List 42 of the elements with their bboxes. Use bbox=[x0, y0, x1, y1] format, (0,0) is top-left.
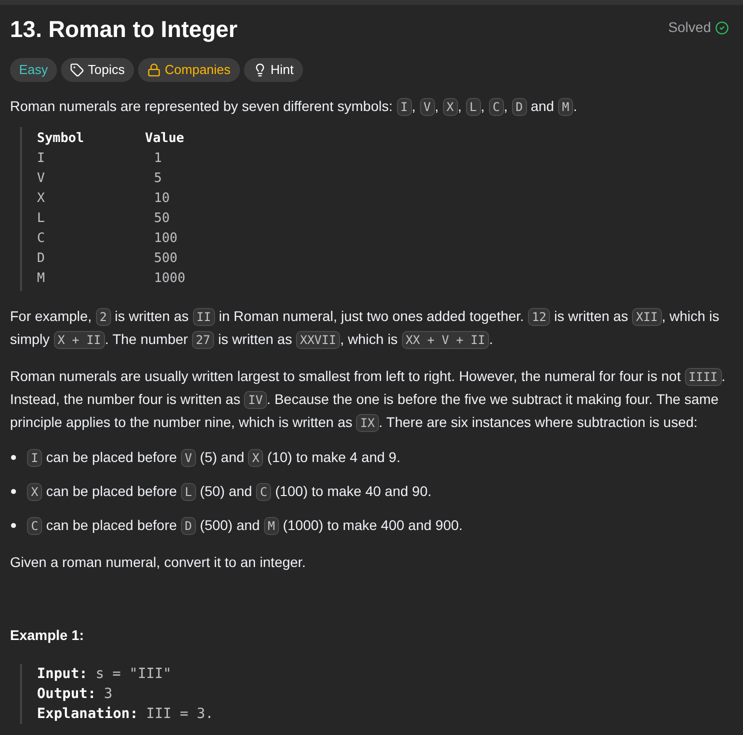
companies-button[interactable]: Companies bbox=[138, 58, 240, 82]
paragraph: Roman numerals are usually written largest to smallest from left to right. However, the numeral for four is not IIII . Instead, the number four is written as IV . Because the one is before the five we subtract it making four. The same principle applies to the number nine, which is written as IX . There are six instances where subtraction is used: bbox=[10, 367, 726, 434]
list-item: I can be placed before V (5) and X (10) to make 4 and 9. bbox=[27, 446, 400, 469]
table-cell-text: I bbox=[37, 150, 46, 168]
bullet-icon bbox=[11, 455, 16, 460]
example-label: Output: bbox=[37, 685, 96, 704]
table-cell-text: D bbox=[37, 250, 46, 268]
example-value: s = "III" bbox=[96, 665, 172, 684]
example-label: Input: bbox=[37, 665, 88, 684]
bullet-icon bbox=[11, 489, 16, 494]
column-header: Symbol bbox=[37, 130, 85, 148]
hint-button[interactable]: Hint bbox=[244, 58, 303, 82]
bullet-icon bbox=[11, 523, 16, 528]
example-value: 3 bbox=[104, 685, 112, 704]
list-item: X can be placed before L (50) and C (100) to make 40 and 90. bbox=[27, 480, 432, 503]
status-label: Solved bbox=[668, 18, 711, 37]
problem-title: 13. Roman to Integer bbox=[10, 15, 238, 44]
table-cell-text: 10 bbox=[154, 190, 170, 208]
tag-icon bbox=[70, 63, 84, 77]
paragraph: For example, 2 is written as II in Roman numeral, just two ones added together. 12 is written as XII , which is simply X + II . The number 27 is written as XXVII , which is XX + V + II . bbox=[10, 307, 720, 351]
table-cell-text: 50 bbox=[154, 210, 170, 228]
table-cell-text: 1 bbox=[154, 150, 162, 168]
intro-paragraph: Roman numerals are represented by seven different symbols: I , V , X , L , C , D and M . bbox=[10, 97, 578, 118]
check-icon bbox=[715, 20, 729, 34]
example-title: Example 1: bbox=[10, 626, 85, 645]
closing-paragraph: Given a roman numeral, convert it to an integer. bbox=[10, 553, 307, 572]
lock-icon bbox=[146, 63, 161, 77]
table-cell-text: L bbox=[37, 210, 46, 228]
table-cell-text: 100 bbox=[154, 230, 178, 248]
difficulty-badge: Easy bbox=[10, 58, 57, 82]
example-value: III = 3. bbox=[146, 705, 214, 724]
table-cell-text: X bbox=[37, 190, 46, 208]
table-cell-text: V bbox=[37, 170, 46, 188]
table-cell-text: 5 bbox=[154, 170, 162, 188]
column-header: Value bbox=[145, 130, 184, 148]
topics-button[interactable]: Topics bbox=[60, 58, 134, 82]
table-cell-text: 1000 bbox=[154, 270, 186, 288]
table-cell-text: C bbox=[37, 230, 46, 248]
table-cell-text: M bbox=[37, 270, 46, 288]
list-item: C can be placed before D (500) and M (1000) to make 400 and 900. bbox=[27, 514, 463, 537]
example-label: Explanation: bbox=[37, 705, 138, 724]
table-cell-text: 500 bbox=[154, 250, 178, 268]
